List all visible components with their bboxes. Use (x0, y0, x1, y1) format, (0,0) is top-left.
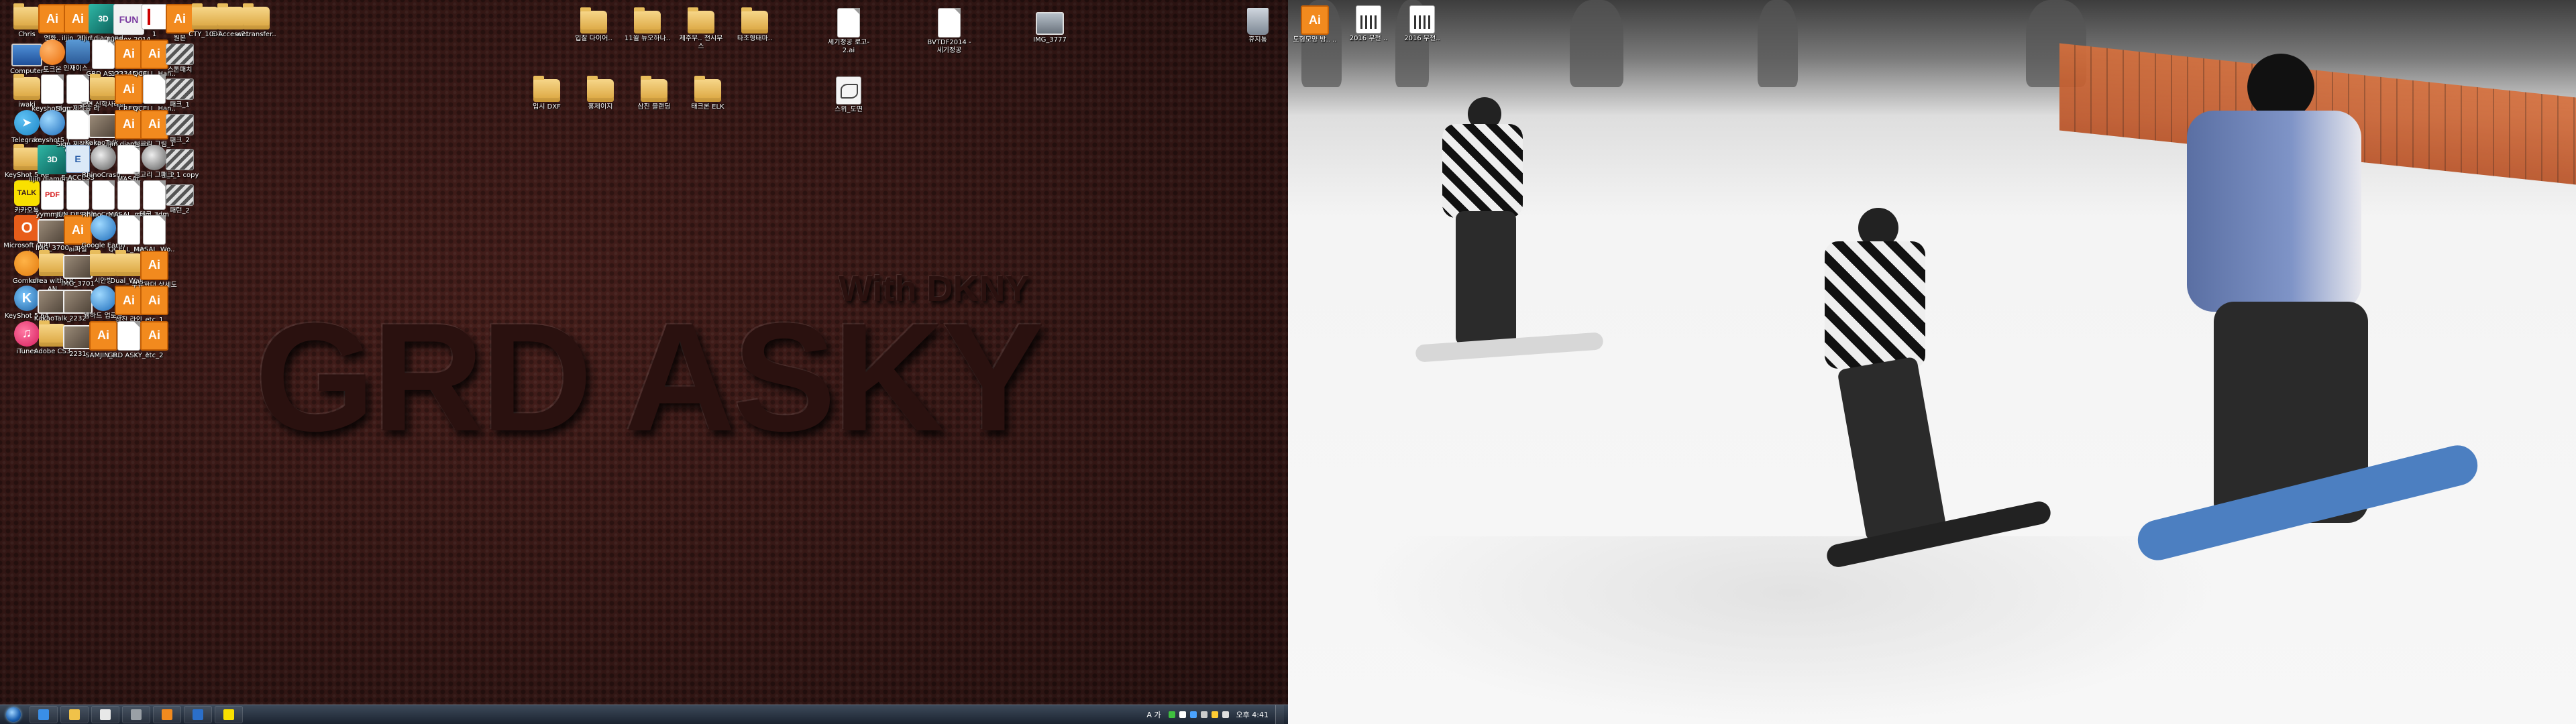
desktop-icon-label: 2016 부전.. (1404, 35, 1440, 42)
desktop-icon[interactable]: Ai etc_2 (131, 318, 178, 385)
desktop-icon-label: 패턴_2 (170, 206, 190, 215)
right-monitor-desktop[interactable]: Ai 도형모양 방.. .. 2016 부전 .. 2016 부전.. (1288, 0, 2576, 724)
stripe-icon (166, 113, 194, 135)
taskbar-app-ie[interactable] (30, 706, 58, 723)
desktop-icon[interactable]: 2016 부전.. (1399, 3, 1446, 70)
tray-icons (1167, 711, 1231, 718)
taskbar-app-photoshop[interactable] (184, 706, 212, 723)
folder-icon (741, 7, 768, 34)
ai-icon: Ai (140, 286, 168, 315)
desktop-icon[interactable]: 11월 뉴오하나.. (624, 5, 671, 72)
ai-icon: Ai (140, 250, 168, 280)
desktop-icon-label: IMG_3777 (1033, 36, 1067, 44)
stripe-icon (166, 184, 194, 206)
desktop-icon[interactable]: 삼진 블랜딩 (631, 74, 678, 141)
desktop-icon-label: 2016 부전 .. (1349, 35, 1388, 42)
desktop-icon[interactable]: BVTDF2014 - 세기정공 (926, 5, 973, 72)
folder-icon (688, 7, 714, 34)
desktop-icon-label: 스위_도면 (835, 106, 863, 113)
folder-icon (587, 76, 614, 102)
desktop-icon[interactable]: 스위_도면 (825, 74, 872, 141)
desktop-icon[interactable]: 휴지통 (1234, 5, 1281, 72)
chart-icon (1356, 5, 1381, 34)
desktop-icon-label: 세기정공 로고-2.ai (828, 39, 869, 54)
folder-icon (580, 7, 607, 34)
desktop-icon-label: 타조형태마.. (737, 35, 773, 42)
folder-icon (533, 76, 560, 102)
snow-slope (1355, 536, 2227, 724)
desktop-icon[interactable]: 타조형태마.. (731, 5, 778, 72)
ime-indicator[interactable]: A 가 (1146, 709, 1161, 720)
left-monitor-desktop[interactable]: With DKNY GRD ASKY Chris Computer iwaki ➤ Te… (0, 0, 1288, 724)
doc-icon (837, 8, 860, 38)
ai-icon: Ai (1301, 5, 1329, 35)
desktop-icon[interactable]: 패턴_2 (156, 178, 203, 245)
desktop-icon[interactable]: Ai 도형모양 방.. .. (1291, 3, 1338, 70)
desktop-icon[interactable]: IMG_3777 (1026, 5, 1073, 72)
taskbar-clock[interactable]: 오후 4:41 (1236, 709, 1269, 720)
dxf-icon (836, 76, 861, 105)
desktop-icon-label: 홍제이지 (588, 103, 613, 111)
folder-icon (694, 76, 721, 102)
desktop-icon-label: 휴지통 (1248, 36, 1267, 44)
taskbar-app-explorer[interactable] (60, 706, 89, 723)
desktop-icon-label: 입시 DXF (533, 103, 561, 111)
tray-icon[interactable] (1222, 711, 1229, 718)
desktop-icon[interactable]: 2016 부전 .. (1345, 3, 1392, 70)
desktop-icon-label: etc_2 (145, 351, 164, 359)
desktop-icon-label: 11월 뉴오하나.. (624, 35, 671, 42)
desktop-icon-label: 제주무.. 전시부스 (679, 35, 723, 50)
desktop-icon[interactable]: 세기정공 로고-2.ai (825, 5, 872, 72)
stripe-icon (166, 149, 194, 170)
camp-icon (1036, 12, 1064, 35)
keyshot-icon (100, 709, 111, 720)
tray-icon[interactable] (1168, 711, 1175, 718)
desktop-icon[interactable]: 제주무.. 전시부스 (678, 5, 724, 72)
desktop-icon[interactable]: 입찰 다이어.. (570, 5, 617, 72)
taskbar-app-keyshot[interactable] (91, 706, 119, 723)
taskbar-app-kakaotalk[interactable] (215, 706, 243, 723)
taskbar-app-illustrator[interactable] (153, 706, 181, 723)
background-tree (1758, 0, 1798, 87)
background-tree (1570, 0, 1623, 87)
show-desktop-button[interactable] (1275, 705, 1284, 724)
ai-icon: Ai (140, 320, 168, 351)
folder-icon (243, 3, 270, 29)
tray-icon[interactable] (1211, 711, 1218, 718)
explorer-icon (69, 709, 80, 720)
desktop-icon-label: wetransfer.. (236, 31, 276, 38)
kakaotalk-icon (223, 709, 234, 720)
desktop-icon-label: 도형모양 방.. .. (1293, 36, 1337, 44)
tray-icon[interactable] (1189, 711, 1197, 718)
system-tray: A 가 오후 4:41 (1146, 705, 1288, 724)
trash-icon (1247, 8, 1269, 35)
desktop-icon[interactable]: 태크론 ELK (684, 74, 731, 141)
desktop-icon[interactable]: 입시 DXF (523, 74, 570, 141)
desktop-icon[interactable]: wetransfer.. (233, 1, 280, 68)
illustrator-icon (162, 709, 172, 720)
desktop-icon-label: 입찰 다이어.. (575, 35, 612, 42)
tray-icon[interactable] (1200, 711, 1208, 718)
desktop-icon-label: 삼진 블랜딩 (637, 103, 671, 111)
desktop-icon-label: BVTDF2014 - 세기정공 (927, 39, 971, 54)
desktop-icon[interactable]: 홍제이지 (577, 74, 624, 141)
tray-icon[interactable] (1179, 711, 1186, 718)
taskbar-app-rhino[interactable] (122, 706, 150, 723)
folder-icon (641, 76, 667, 102)
stripe-icon (166, 78, 194, 100)
ie-icon (38, 709, 49, 720)
rhino-icon (131, 709, 142, 720)
doc-icon (938, 8, 961, 38)
desktop-icon-label: 태크론 ELK (691, 103, 724, 111)
wallpaper-title: GRD ASKY (255, 291, 1044, 463)
taskbar-pinned-apps (27, 706, 243, 723)
chart-icon (1409, 5, 1435, 34)
photoshop-icon (193, 709, 203, 720)
windows-orb-icon (6, 707, 21, 722)
folder-icon (634, 7, 661, 34)
taskbar: A 가 오후 4:41 (0, 705, 1288, 724)
start-button[interactable] (0, 705, 27, 724)
